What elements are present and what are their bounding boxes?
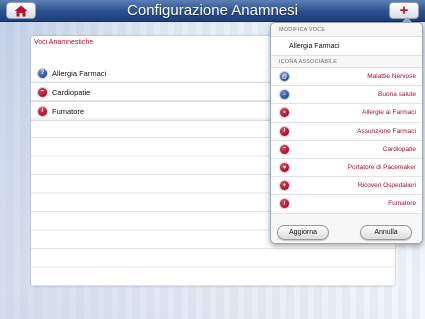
edit-popover: MODIFICA VOCE Allergia Farmaci ICONA ASS… [270, 17, 423, 244]
icon-option[interactable]: - Buona salute [271, 86, 422, 105]
icon-option[interactable]: + Ricoveri Ospedalieri [271, 177, 422, 196]
edit-section-label: MODIFICA VOCE [279, 27, 326, 33]
icon-option-label: Malattie Nervose [367, 73, 416, 81]
hospital-bed-icon: + [279, 180, 290, 192]
icon-option-label: Buona salute [378, 91, 416, 99]
icon-option-label: Cardiopatie [382, 145, 416, 153]
icon-option[interactable]: / Fumatore [271, 195, 422, 214]
allergy-pill-icon: ? [37, 67, 48, 79]
icon-option[interactable]: ♥ Portatore di Pacemaker [271, 159, 422, 178]
heartbeat-icon: ~ [279, 143, 290, 155]
icon-list: @ Malattie Nervose - Buona salute • Alle… [271, 67, 422, 214]
cigarette-icon: / [279, 198, 290, 210]
update-button[interactable]: Aggiorna [277, 225, 329, 240]
allergy-pill-icon: • [279, 107, 290, 119]
page-title: Configurazione Anamnesi [127, 2, 298, 19]
brain-icon: @ [279, 71, 290, 83]
nav-bar: Configurazione Anamnesi + [0, 0, 425, 22]
item-name-field[interactable]: Allergia Farmaci [271, 36, 422, 56]
icon-option-label: Allergie ai Farmaci [362, 109, 416, 117]
icon-option-label: Assunzione Farmaci [357, 127, 416, 135]
icon-option-label: Ricoveri Ospedalieri [357, 182, 416, 190]
cigarette-icon: / [37, 105, 48, 117]
icon-option-label: Portatore di Pacemaker [347, 164, 416, 172]
list-item-label: Allergia Farmaci [52, 68, 107, 78]
icon-option-label: Fumatore [388, 200, 416, 208]
list-item-label: Fumatore [52, 106, 85, 116]
icon-section-label: ICONA ASSOCIABILE [279, 59, 338, 65]
cancel-button[interactable]: Annulla [360, 225, 412, 240]
icon-option[interactable]: ~ Cardiopatie [271, 141, 422, 159]
capsule-icon: / [279, 125, 290, 137]
thermometer-icon: - [279, 89, 290, 101]
pacemaker-icon: ♥ [279, 162, 290, 174]
icon-option[interactable]: @ Malattie Nervose [271, 68, 422, 87]
popover-arrow [401, 17, 413, 23]
list-item-label: Cardiopatie [52, 87, 91, 97]
icon-option[interactable]: / Assunzione Farmaci [271, 123, 422, 141]
icon-option[interactable]: • Allergie ai Farmaci [271, 104, 422, 123]
heartbeat-icon: ~ [37, 86, 48, 98]
plus-icon: + [399, 2, 409, 19]
section-label: Voci Anamnestiche [34, 39, 94, 46]
